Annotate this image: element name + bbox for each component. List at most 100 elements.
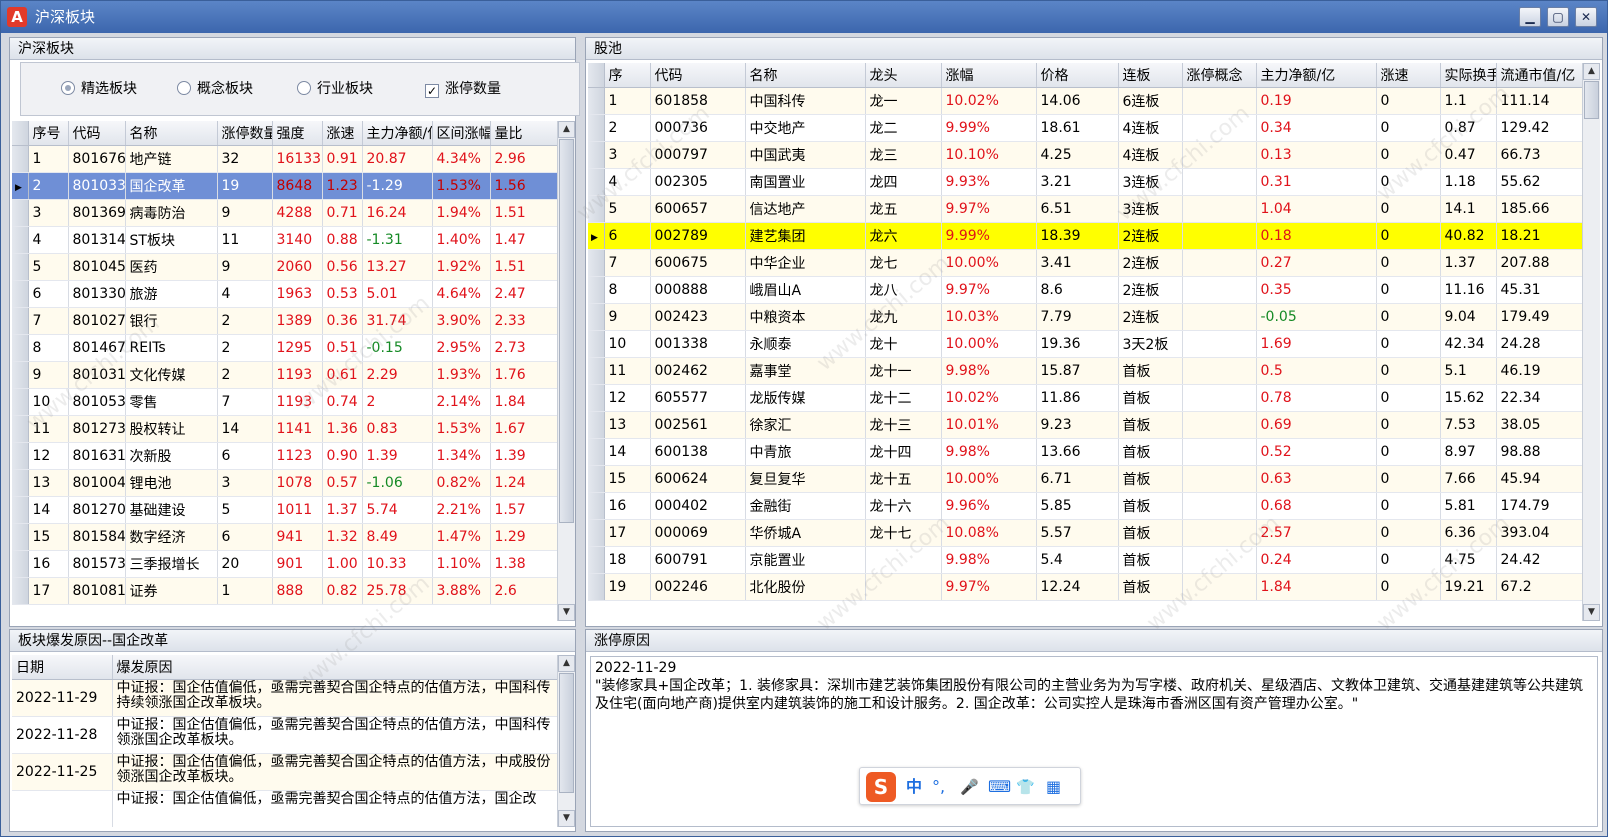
sector-col-header[interactable]: 强度	[272, 121, 323, 146]
pool-col-header[interactable]: 主力净额/亿	[1256, 63, 1377, 88]
limit-reason-textbox[interactable]: 2022-11-29 "装修家具+国企改革；1. 装修家具：深圳市建艺装饰集团股…	[590, 656, 1598, 827]
row-indicator[interactable]	[12, 253, 29, 281]
row-indicator[interactable]	[588, 141, 605, 169]
minimize-button[interactable]: ▁	[1519, 7, 1541, 27]
sector-row[interactable]: 4 801314 ST板块 11 3140 0.88 -1.31 1.40% 1.47	[12, 226, 557, 254]
sector-row[interactable]: ▶ 2 801033 国企改革 19 8648 1.23 -1.29 1.53% 1.56	[12, 172, 557, 200]
row-indicator[interactable]	[588, 276, 605, 304]
pool-row[interactable]: 9 002423 中粮资本 龙九 10.03% 7.79 2连板 -0.05 0 9.04 179.…	[588, 303, 1582, 331]
row-indicator[interactable]	[588, 573, 605, 601]
reason-col-header[interactable]: 日期	[12, 655, 113, 680]
ime-toolbar[interactable]: S 中 °, 🎤 ⌨ 👕 ▦	[859, 767, 1081, 805]
row-indicator[interactable]	[12, 361, 29, 389]
reason-row[interactable]: 中证报：国企估值偏低，亟需完善契合国企特点的估值方法，国企改	[12, 790, 557, 827]
pool-row[interactable]: 17 000069 华侨城A 龙十七 10.08% 5.57 首板 2.57 0 6.36 393.…	[588, 519, 1582, 547]
sector-row[interactable]: 12 801631 次新股 6 1123 0.90 1.39 1.34% 1.39	[12, 442, 557, 470]
skin-icon[interactable]: 👕	[1016, 776, 1035, 798]
row-indicator[interactable]	[588, 195, 605, 223]
row-indicator[interactable]	[12, 334, 29, 362]
row-indicator[interactable]	[588, 465, 605, 493]
reason-row[interactable]: 2022-11-28 中证报：国企估值偏低，亟需完善契合国企特点的估值方法，中国科…	[12, 716, 557, 754]
sector-row[interactable]: 6 801330 旅游 4 1963 0.53 5.01 4.64% 2.47	[12, 280, 557, 308]
sector-col-header[interactable]: 名称	[125, 121, 218, 146]
row-indicator[interactable]	[12, 469, 29, 497]
limit-count-checkbox[interactable]: ✓ 涨停数量	[425, 79, 501, 99]
scroll-thumb[interactable]	[559, 673, 574, 793]
pool-row[interactable]: 5 600657 信达地产 龙五 9.97% 6.51 3连板 1.04 0 14.1 185.66	[588, 195, 1582, 223]
sector-col-header[interactable]: 量比	[490, 121, 557, 146]
ime-language-toggle[interactable]: 中	[906, 776, 922, 798]
pool-col-header[interactable]: 连板	[1118, 63, 1183, 88]
pool-row[interactable]: 12 605577 龙版传媒 龙十二 10.02% 11.86 首板 0.78 0 15.62 22…	[588, 384, 1582, 412]
sector-table-scrollbar[interactable]: ▲ ▼	[557, 121, 575, 621]
sector-col-header[interactable]: 主力净额/亿	[362, 121, 433, 146]
featured-sector-radio[interactable]: 精选板块	[61, 79, 137, 99]
pool-row[interactable]: 13 002561 徐家汇 龙十三 10.01% 9.23 首板 0.69 0 7.53 38.05	[588, 411, 1582, 439]
pool-row[interactable]: 14 600138 中青旅 龙十四 9.98% 13.66 首板 0.52 0 8.97 98.88	[588, 438, 1582, 466]
pool-row[interactable]: 8 000888 峨眉山A 龙八 9.97% 8.6 2连板 0.35 0 11.16 45.31	[588, 276, 1582, 304]
pool-row[interactable]: 16 000402 金融街 龙十六 9.96% 5.85 首板 0.68 0 5.81 174.79	[588, 492, 1582, 520]
row-indicator[interactable]	[12, 496, 29, 524]
pool-col-header[interactable]: 名称	[745, 63, 866, 88]
pool-row[interactable]: 18 600791 京能置业 9.98% 5.4 首板 0.24 0 4.75 24.42	[588, 546, 1582, 574]
scroll-down-icon[interactable]: ▼	[558, 604, 575, 621]
sector-row[interactable]: 17 801081 证券 1 888 0.82 25.78 3.88% 2.6	[12, 577, 557, 605]
sector-row[interactable]: 7 801027 银行 2 1389 0.36 31.74 3.90% 2.33	[12, 307, 557, 335]
row-indicator[interactable]	[588, 87, 605, 115]
row-indicator[interactable]	[12, 199, 29, 227]
row-indicator[interactable]	[588, 303, 605, 331]
pool-row[interactable]: ▶ 6 002789 建艺集团 龙六 9.99% 18.39 2连板 0.18 0 40.82 18.…	[588, 222, 1582, 250]
pool-row[interactable]: 7 600675 中华企业 龙七 10.00% 3.41 2连板 0.27 0 1.37 207.8…	[588, 249, 1582, 277]
row-indicator[interactable]	[588, 168, 605, 196]
sector-row[interactable]: 16 801573 三季报增长 20 901 1.00 10.33 1.10% 1.38	[12, 550, 557, 578]
pool-col-header[interactable]: 涨幅	[941, 63, 1037, 88]
sector-row[interactable]: 1 801676 地产链 32 16133 0.91 20.87 4.34% 2.96	[12, 145, 557, 173]
pool-row[interactable]: 1 601858 中国科传 龙一 10.02% 14.06 6连板 0.19 0 1.1 111.1…	[588, 87, 1582, 115]
row-indicator[interactable]	[12, 388, 29, 416]
row-indicator[interactable]	[588, 492, 605, 520]
row-indicator[interactable]	[12, 145, 29, 173]
sector-row[interactable]: 14 801270 基础建设 5 1011 1.37 5.74 2.21% 1.57	[12, 496, 557, 524]
sector-row[interactable]: 11 801273 股权转让 14 1141 1.36 0.83 1.53% 1.67	[12, 415, 557, 443]
row-indicator[interactable]	[588, 519, 605, 547]
sector-row[interactable]: 9 801031 文化传媒 2 1193 0.61 2.29 1.93% 1.76	[12, 361, 557, 389]
row-indicator[interactable]	[588, 249, 605, 277]
pool-row[interactable]: 10 001338 永顺泰 龙十 10.00% 19.36 3天2板 1.69 0 42.34 24…	[588, 330, 1582, 358]
pool-col-header[interactable]: 代码	[650, 63, 746, 88]
row-indicator[interactable]	[588, 546, 605, 574]
scroll-thumb[interactable]	[559, 139, 574, 523]
scroll-down-icon[interactable]: ▼	[558, 810, 575, 827]
microphone-icon[interactable]: 🎤	[960, 776, 979, 798]
industry-sector-radio[interactable]: 行业板块	[297, 79, 373, 99]
sector-row[interactable]: 10 801053 零售 7 1193 0.74 2 2.14% 1.84	[12, 388, 557, 416]
pool-row[interactable]: 19 002246 北化股份 9.97% 12.24 首板 1.84 0 19.21 67.2	[588, 573, 1582, 601]
scroll-up-icon[interactable]: ▲	[558, 655, 575, 672]
pool-col-header[interactable]: 流通市值/亿	[1496, 63, 1582, 88]
sogou-logo-icon[interactable]: S	[866, 772, 896, 802]
toolbox-icon[interactable]: ▦	[1046, 776, 1061, 798]
pool-col-header[interactable]: 龙头	[865, 63, 942, 88]
pool-col-header[interactable]: 涨停概念	[1182, 63, 1257, 88]
scroll-up-icon[interactable]: ▲	[558, 121, 575, 138]
title-bar[interactable]: A 沪深板块 ▁ ▢ ✕	[1, 1, 1607, 33]
row-indicator[interactable]	[12, 415, 29, 443]
row-indicator[interactable]	[12, 280, 29, 308]
keyboard-icon[interactable]: ⌨	[988, 776, 1011, 798]
row-indicator[interactable]	[588, 357, 605, 385]
row-indicator[interactable]	[12, 226, 29, 254]
pool-col-header[interactable]: 价格	[1036, 63, 1119, 88]
pool-row[interactable]: 3 000797 中国武夷 龙三 10.10% 4.25 4连板 0.13 0 0.47 66.73	[588, 141, 1582, 169]
pool-row[interactable]: 11 002462 嘉事堂 龙十一 9.98% 15.87 首板 0.5 0 5.1 46.19	[588, 357, 1582, 385]
ime-punctuation-toggle[interactable]: °,	[932, 776, 945, 798]
sector-row[interactable]: 5 801045 医药 9 2060 0.56 13.27 1.92% 1.51	[12, 253, 557, 281]
pool-row[interactable]: 15 600624 复旦复华 龙十五 10.00% 6.71 首板 0.63 0 7.66 45.9…	[588, 465, 1582, 493]
sector-col-header[interactable]: 区间涨幅	[432, 121, 491, 146]
pool-row[interactable]: 2 000736 中交地产 龙二 9.99% 18.61 4连板 0.34 0 0.87 129.4…	[588, 114, 1582, 142]
row-indicator[interactable]	[588, 411, 605, 439]
pool-table-scrollbar[interactable]: ▲ ▼	[1582, 63, 1600, 621]
pool-row[interactable]: 4 002305 南国置业 龙四 9.93% 3.21 3连板 0.31 0 1.18 55.62	[588, 168, 1582, 196]
row-indicator[interactable]	[588, 114, 605, 142]
sector-row[interactable]: 8 801467 REITs 2 1295 0.51 -0.15 2.95% 2.73	[12, 334, 557, 362]
row-indicator[interactable]	[588, 330, 605, 358]
reason-row[interactable]: 2022-11-29 中证报：国企估值偏低，亟需完善契合国企特点的估值方法，中国科…	[12, 679, 557, 717]
